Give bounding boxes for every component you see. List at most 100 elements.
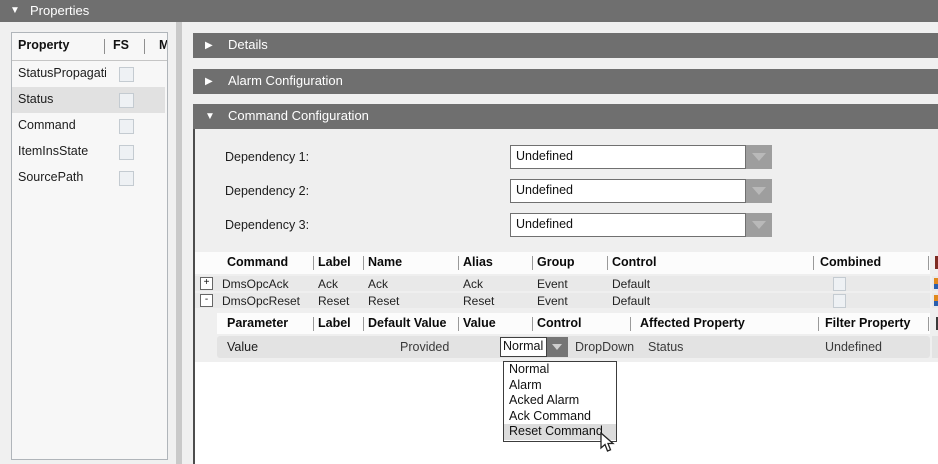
column-divider [813, 256, 814, 270]
parameter-row-value[interactable]: Value Provided Normal DropDown Status Un… [217, 336, 930, 358]
cell-name: Reset [368, 294, 399, 308]
cell-control: DropDown [575, 340, 634, 354]
col-parameter: Parameter [227, 316, 288, 330]
panel-splitter[interactable] [176, 22, 182, 464]
parameter-table-header: Parameter Label Default Value Value Cont… [217, 313, 930, 334]
titlebar-label: Properties [30, 3, 89, 18]
cell-filter-property: Undefined [825, 340, 882, 354]
dropdown-value: Undefined [516, 149, 573, 163]
cell-label: Reset [318, 294, 349, 308]
cell-control: Default [612, 294, 650, 308]
cell-default-value: Provided [400, 340, 449, 354]
column-header-m: M [159, 38, 168, 52]
column-divider [458, 256, 459, 270]
dropdown-option-normal[interactable]: Normal [504, 362, 616, 378]
cell-command: DmsOpcReset [222, 294, 300, 308]
value-dropdown[interactable]: Normal [500, 337, 568, 357]
cell-alias: Ack [463, 277, 483, 291]
expand-triangle-icon: ▶ [205, 74, 213, 89]
dependency-3-dropdown[interactable]: Undefined [510, 213, 772, 237]
col-group: Group [537, 255, 575, 269]
dropdown-button[interactable] [746, 179, 772, 203]
column-divider [630, 317, 631, 331]
dropdown-value: Undefined [516, 217, 573, 231]
property-name: ItemInsState [18, 144, 106, 158]
cell-label: Ack [318, 277, 338, 291]
mouse-cursor [600, 432, 616, 459]
column-divider [458, 317, 459, 331]
fs-checkbox[interactable] [119, 119, 134, 134]
dropdown-option-alarm[interactable]: Alarm [504, 378, 616, 394]
col-value: Value [463, 316, 496, 330]
column-divider [928, 256, 929, 270]
fs-checkbox[interactable] [119, 67, 134, 82]
column-divider [363, 256, 364, 270]
expand-triangle-icon: ▶ [205, 38, 213, 53]
dropdown-button[interactable] [547, 337, 568, 357]
cell-group: Event [537, 277, 568, 291]
command-row-dmsopcack[interactable]: + DmsOpcAck Ack Ack Ack Event Default [195, 276, 930, 291]
column-divider [532, 256, 533, 270]
property-row-statuspropagation[interactable]: StatusPropagation [12, 61, 165, 87]
col-control: Control [537, 316, 581, 330]
property-row-command[interactable]: Command [12, 113, 165, 139]
dependency-1-label: Dependency 1: [225, 150, 309, 164]
value-dropdown-popup: Normal Alarm Acked Alarm Ack Command Res… [503, 361, 617, 442]
property-row-sourcepath[interactable]: SourcePath [12, 165, 165, 191]
dropdown-option-ack-command[interactable]: Ack Command [504, 409, 616, 425]
fs-checkbox[interactable] [119, 145, 134, 160]
column-divider [313, 317, 314, 331]
expand-plus-icon[interactable]: + [200, 277, 213, 290]
section-header-alarm-configuration[interactable]: ▶ Alarm Configuration [193, 69, 938, 94]
fs-checkbox[interactable] [119, 171, 134, 186]
col-default-value: Default Value [368, 316, 447, 330]
chevron-down-icon [752, 221, 766, 229]
cell-parameter: Value [227, 340, 258, 354]
dropdown-button[interactable] [746, 145, 772, 169]
property-name: Status [18, 92, 106, 106]
column-divider [607, 256, 608, 270]
cell-name: Ack [368, 277, 388, 291]
property-row-iteminsstate[interactable]: ItemInsState [12, 139, 165, 165]
property-name: StatusPropagation [18, 66, 106, 80]
property-name: SourcePath [18, 170, 106, 184]
clipped-cell [932, 336, 938, 358]
dropdown-value: Normal [503, 339, 543, 353]
combined-checkbox[interactable] [833, 294, 846, 308]
column-divider [104, 39, 105, 54]
section-header-command-configuration[interactable]: ▼ Command Configuration [193, 104, 938, 129]
command-table-header: Command Label Name Alias Group Control C… [195, 252, 930, 274]
col-command: Command [227, 255, 288, 269]
cell-command: DmsOpcAck [222, 277, 289, 291]
col-label: Label [318, 255, 351, 269]
collapse-minus-icon[interactable]: - [200, 294, 213, 307]
property-name: Command [18, 118, 106, 132]
command-configuration-content: Dependency 1: Undefined Dependency 2: Un… [193, 129, 938, 464]
property-grid: Property FS M StatusPropagation Status C… [11, 32, 168, 460]
section-label: Command Configuration [228, 108, 369, 123]
properties-titlebar[interactable]: ▼ Properties [0, 0, 938, 22]
col-control: Control [612, 255, 656, 269]
col-affected-property: Affected Property [640, 316, 745, 330]
column-divider [363, 317, 364, 331]
section-header-details[interactable]: ▶ Details [193, 33, 938, 58]
clipped-icon [934, 278, 938, 289]
col-combined: Combined [820, 255, 881, 269]
col-filter-property: Filter Property [825, 316, 910, 330]
fs-checkbox[interactable] [119, 93, 134, 108]
property-row-status[interactable]: Status [12, 87, 165, 113]
dropdown-button[interactable] [746, 213, 772, 237]
chevron-down-icon [752, 153, 766, 161]
cell-group: Event [537, 294, 568, 308]
command-row-dmsopcreset[interactable]: - DmsOpcReset Reset Reset Reset Event De… [195, 293, 930, 308]
column-header-fs: FS [113, 38, 129, 52]
cell-affected-property: Status [648, 340, 683, 354]
dependency-1-dropdown[interactable]: Undefined [510, 145, 772, 169]
dependency-2-dropdown[interactable]: Undefined [510, 179, 772, 203]
dependency-3-label: Dependency 3: [225, 218, 309, 232]
dropdown-option-acked-alarm[interactable]: Acked Alarm [504, 393, 616, 409]
column-header-property: Property [18, 38, 69, 52]
combined-checkbox[interactable] [833, 277, 846, 291]
cell-alias: Reset [463, 294, 494, 308]
section-label: Details [228, 37, 268, 52]
